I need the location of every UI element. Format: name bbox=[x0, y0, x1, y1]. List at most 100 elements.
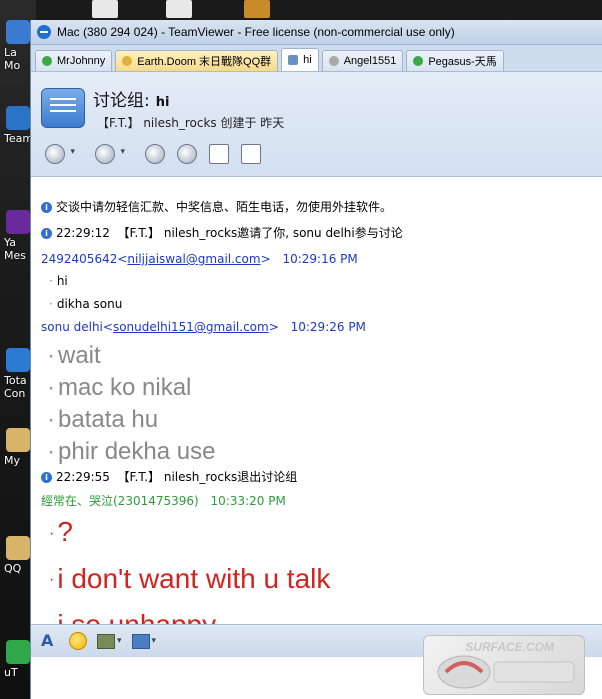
desktop-icon-label: Ya Mes bbox=[4, 236, 26, 262]
notice-line: i 交谈中请勿轻信汇款、中奖信息、陌生电话，勿使用外挂软件。 bbox=[41, 199, 595, 215]
system-text: 【F.T.】 nilesh_rocks邀请了你, sonu delhi参与讨论 bbox=[117, 226, 403, 240]
file-icon[interactable] bbox=[241, 144, 261, 164]
system-message: i 22:29:12 【F.T.】 nilesh_rocks邀请了你, sonu… bbox=[41, 225, 595, 241]
chat-message: wait bbox=[47, 341, 595, 370]
mail-icon[interactable] bbox=[209, 144, 229, 164]
message-time: 10:29:26 PM bbox=[290, 320, 366, 334]
chat-message: phir dekha use bbox=[47, 437, 595, 466]
chat-tabs: MrJohnny Earth.Doom 末日戰隊QQ群 hi Angel1551… bbox=[31, 45, 602, 72]
system-time: 22:29:55 bbox=[56, 470, 110, 484]
info-icon: i bbox=[41, 201, 52, 213]
sender-line: 2492405642<niljjaiswal@gmail.com> 10:29:… bbox=[41, 251, 595, 267]
screenshot-icon[interactable] bbox=[131, 633, 150, 649]
info-icon: i bbox=[41, 471, 52, 483]
tab-earth-doom[interactable]: Earth.Doom 末日戰隊QQ群 bbox=[115, 50, 279, 71]
yahoo-messenger-icon bbox=[6, 210, 30, 234]
sender-name: 經常在、哭泣(2301475396) bbox=[41, 494, 199, 508]
desktop-icon-label: My bbox=[4, 454, 21, 467]
desktop-icon-1[interactable]: La Mo bbox=[4, 20, 32, 72]
image-icon[interactable] bbox=[97, 633, 115, 649]
add-member-icon[interactable] bbox=[145, 144, 165, 164]
video-call-icon[interactable] bbox=[45, 144, 75, 164]
notice-text: 交谈中请勿轻信汇款、中奖信息、陌生电话，勿使用外挂软件。 bbox=[56, 200, 393, 214]
folder-icon bbox=[6, 536, 30, 560]
total-commander-icon bbox=[6, 348, 30, 372]
system-text: 【F.T.】 nilesh_rocks退出讨论组 bbox=[117, 470, 298, 484]
sender-name: sonu delhi< bbox=[41, 320, 113, 334]
app-icon[interactable] bbox=[244, 0, 270, 18]
tab-pegasus[interactable]: Pegasus-天馬 bbox=[406, 50, 504, 71]
desktop-icon-5[interactable]: My bbox=[4, 428, 32, 467]
online-status-icon bbox=[42, 56, 52, 66]
chat-message: i don't want with u talk bbox=[49, 562, 595, 598]
desktop-icon-7[interactable]: uT bbox=[4, 640, 32, 679]
desktop-icon-label: Team bbox=[4, 132, 34, 145]
sender-line: 經常在、哭泣(2301475396) 10:33:20 PM bbox=[41, 493, 595, 509]
system-message: i 22:29:55 【F.T.】 nilesh_rocks退出讨论组 bbox=[41, 469, 595, 485]
tab-mrjohnny[interactable]: MrJohnny bbox=[35, 50, 113, 71]
desktop-icon-4[interactable]: Tota Con bbox=[4, 348, 32, 400]
tab-label: Earth.Doom 末日戰隊QQ群 bbox=[137, 56, 272, 68]
chat-history[interactable]: i 交谈中请勿轻信汇款、中奖信息、陌生电话，勿使用外挂软件。 i 22:29:1… bbox=[31, 195, 602, 643]
desktop-icon-6[interactable]: QQ bbox=[4, 536, 32, 575]
online-status-icon bbox=[413, 56, 424, 66]
share-icon[interactable] bbox=[177, 144, 197, 164]
desktop-icon-label: QQ bbox=[4, 562, 22, 575]
group-icon bbox=[122, 56, 133, 66]
utorrent-icon bbox=[6, 640, 30, 664]
info-icon: i bbox=[41, 227, 52, 239]
group-header: 讨论组: hi 【F.T.】 nilesh_rocks 创建于 昨天 bbox=[31, 72, 602, 177]
desktop-icon-label: La Mo bbox=[4, 46, 21, 72]
group-title-label: 讨论组: bbox=[93, 91, 150, 111]
chat-icon bbox=[288, 55, 299, 65]
discussion-group-icon bbox=[41, 88, 85, 128]
teamviewer-icon bbox=[37, 25, 51, 39]
sender-line: sonu delhi<sonudelhi151@gmail.com> 10:29… bbox=[41, 319, 595, 335]
group-title: 讨论组: hi bbox=[93, 86, 169, 111]
teamviewer-icon bbox=[6, 106, 30, 130]
group-subtitle: 【F.T.】 nilesh_rocks 创建于 昨天 bbox=[97, 116, 285, 130]
document-icon[interactable] bbox=[166, 0, 192, 18]
desktop-top-icons bbox=[36, 0, 602, 20]
sender-email-link[interactable]: niljjaiswal@gmail.com bbox=[127, 252, 260, 266]
chat-message: hi bbox=[49, 273, 595, 289]
tab-label: hi bbox=[303, 54, 312, 66]
settings-gear-icon[interactable] bbox=[95, 144, 125, 164]
message-time: 10:33:20 PM bbox=[210, 494, 286, 508]
tab-angel1551[interactable]: Angel1551 bbox=[321, 50, 404, 71]
sender-email-link[interactable]: sonudelhi151@gmail.com bbox=[113, 320, 269, 334]
folder-icon bbox=[6, 428, 30, 452]
sender-name: 2492405642< bbox=[41, 252, 128, 266]
chevron-down-icon[interactable]: ▾ bbox=[117, 636, 122, 646]
system-time: 22:29:12 bbox=[56, 226, 110, 240]
tab-hi[interactable]: hi bbox=[281, 48, 319, 71]
watermark: SURFACE.COM bbox=[413, 635, 602, 699]
qq-chat-window: Mac (380 294 024) - TeamViewer - Free li… bbox=[30, 20, 602, 699]
desktop-icon-2[interactable]: Team bbox=[4, 106, 34, 145]
watermark-text: SURFACE.COM bbox=[465, 640, 554, 654]
desktop-icon-label: uT bbox=[4, 666, 18, 679]
tab-label: MrJohnny bbox=[57, 55, 106, 67]
chat-message: mac ko nikal bbox=[47, 373, 595, 402]
app-icon bbox=[6, 20, 30, 44]
window-titlebar[interactable]: Mac (380 294 024) - TeamViewer - Free li… bbox=[31, 20, 602, 45]
message-time: 10:29:16 PM bbox=[282, 252, 358, 266]
offline-status-icon bbox=[328, 56, 339, 66]
document-icon[interactable] bbox=[92, 0, 118, 18]
font-icon[interactable]: A bbox=[41, 632, 59, 650]
chevron-down-icon[interactable]: ▾ bbox=[152, 636, 157, 646]
watermark-logo: SURFACE.COM bbox=[423, 635, 585, 695]
group-toolbar bbox=[45, 144, 261, 164]
desktop-icon-label: Tota Con bbox=[4, 374, 27, 400]
sender-bracket: > bbox=[260, 252, 271, 266]
chat-message: batata hu bbox=[47, 405, 595, 434]
window-title: Mac (380 294 024) - TeamViewer - Free li… bbox=[57, 25, 455, 39]
tab-label: Pegasus-天馬 bbox=[428, 56, 497, 68]
chat-message: dikha sonu bbox=[49, 296, 595, 312]
desktop-icon-3[interactable]: Ya Mes bbox=[4, 210, 32, 262]
emoji-icon[interactable] bbox=[69, 632, 87, 650]
sender-bracket: > bbox=[268, 320, 279, 334]
group-name: hi bbox=[155, 95, 170, 110]
tab-label: Angel1551 bbox=[343, 55, 397, 67]
chat-message: ? bbox=[49, 515, 595, 551]
